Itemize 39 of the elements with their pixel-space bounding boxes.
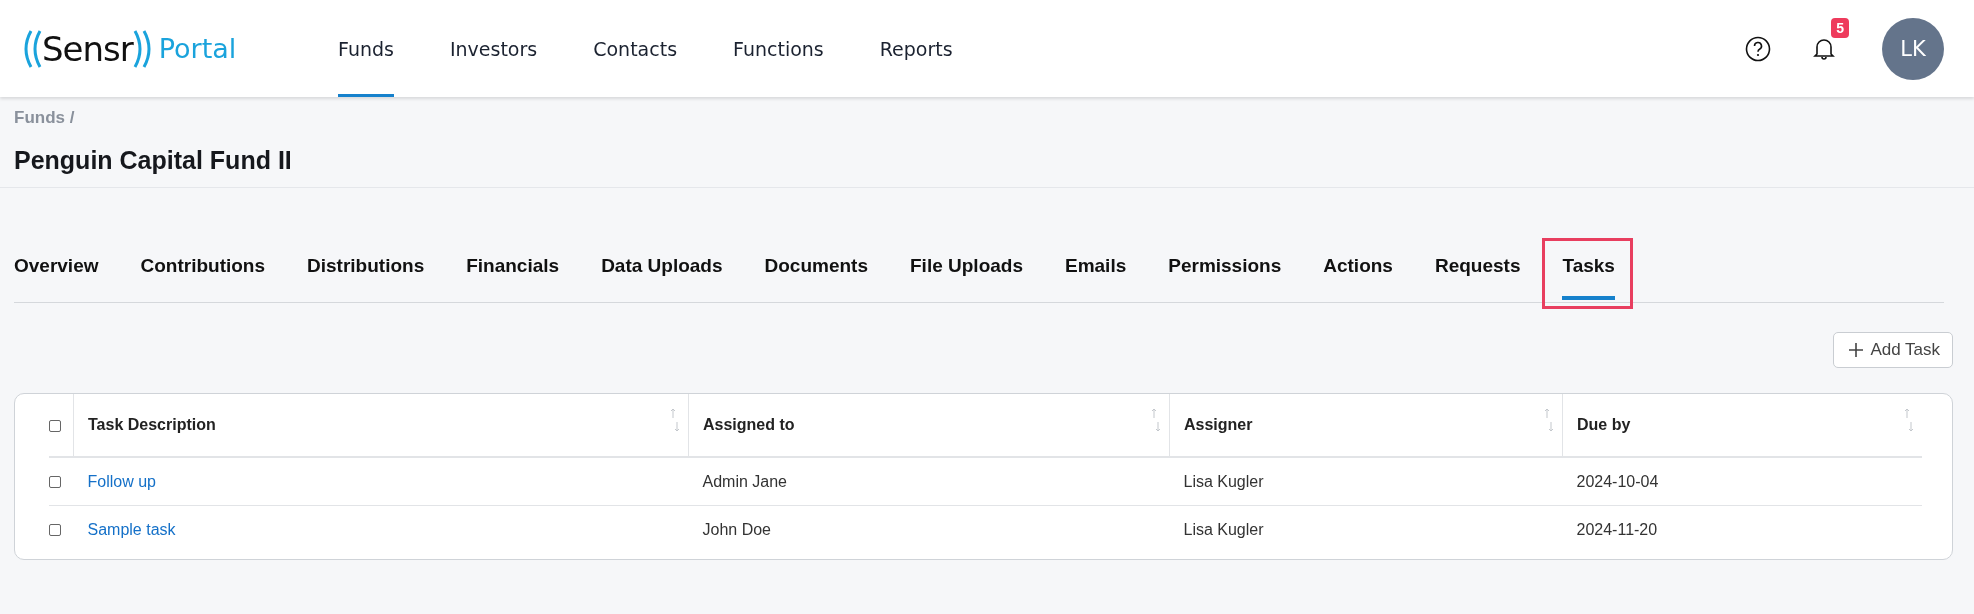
notification-badge: 5 xyxy=(1831,17,1849,38)
fund-tab[interactable]: Distributions xyxy=(307,255,425,302)
fund-tab[interactable]: Tasks xyxy=(1562,255,1615,302)
fund-tab[interactable]: Documents xyxy=(764,255,868,302)
table-cell: Admin Jane xyxy=(702,472,787,490)
column-header[interactable]: Due by xyxy=(1577,416,1631,433)
fund-tab[interactable]: Emails xyxy=(1065,255,1127,302)
column-header[interactable]: Assigner xyxy=(1184,416,1253,433)
column-header[interactable]: Task Description xyxy=(88,416,216,433)
row-checkbox[interactable] xyxy=(49,476,61,489)
fund-tab[interactable]: Contributions xyxy=(140,255,266,302)
task-link[interactable]: Sample task xyxy=(87,520,176,538)
nav-link[interactable]: Funds xyxy=(338,0,394,97)
table-cell: 2024-10-04 xyxy=(1576,472,1659,490)
nav-link[interactable]: Investors xyxy=(449,0,538,97)
page-title: Penguin Capital Fund II xyxy=(14,146,293,175)
table-cell: Lisa Kugler xyxy=(1183,520,1264,538)
user-avatar[interactable]: LK xyxy=(1882,17,1944,80)
select-all-checkbox[interactable] xyxy=(49,419,61,432)
task-link[interactable]: Follow up xyxy=(87,472,156,490)
fund-tab[interactable]: File Uploads xyxy=(910,255,1023,302)
table-cell: Lisa Kugler xyxy=(1183,472,1264,490)
add-task-button[interactable]: Add Task xyxy=(1833,332,1953,368)
fund-tab[interactable]: Requests xyxy=(1434,255,1521,302)
column-header[interactable]: Assigned to xyxy=(703,416,795,433)
fund-tab[interactable]: Permissions xyxy=(1168,255,1282,302)
portal-logo[interactable]: Sensr Portal xyxy=(20,26,338,71)
fund-tab[interactable]: Overview xyxy=(14,255,99,302)
fund-tab[interactable]: Financials xyxy=(466,255,560,302)
fund-tab[interactable]: Data Uploads xyxy=(601,255,723,302)
nav-link[interactable]: Contacts xyxy=(593,0,678,97)
help-icon[interactable] xyxy=(1745,35,1771,62)
table-cell: John Doe xyxy=(702,520,771,538)
table-cell: 2024-11-20 xyxy=(1576,520,1658,538)
nav-link[interactable]: Functions xyxy=(733,0,824,97)
fund-tab[interactable]: Actions xyxy=(1323,255,1393,302)
nav-link[interactable]: Reports xyxy=(879,0,953,97)
plus-icon xyxy=(1848,342,1865,358)
row-checkbox[interactable] xyxy=(49,524,61,537)
